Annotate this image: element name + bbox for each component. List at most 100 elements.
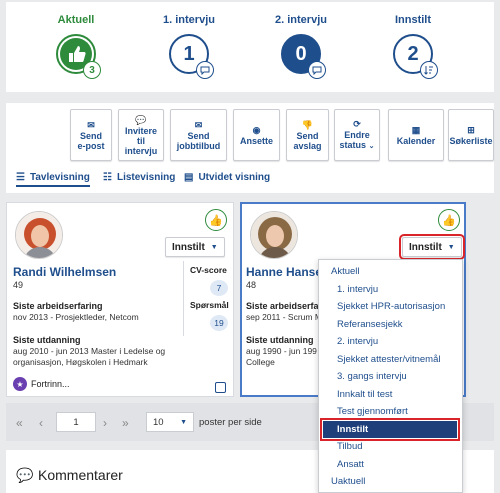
stage-innstilt[interactable]: Innstilt 2 <box>358 12 468 79</box>
send-rejection-button[interactable]: 👎 Send avslag <box>286 109 329 161</box>
grid-icon: ⊞ <box>467 124 475 135</box>
tab-label: Tavlevisning <box>29 172 90 183</box>
chat-icon <box>196 61 214 79</box>
per-page-select[interactable]: 10 ▼ <box>146 412 194 432</box>
button-label: avslag <box>293 140 322 151</box>
thumbs-up-icon[interactable]: 👍 <box>438 209 460 231</box>
calendar-icon: ▦ <box>411 124 421 135</box>
button-label: Send <box>296 130 319 141</box>
applicant-list-button[interactable]: ⊞ Søkerliste <box>448 109 494 161</box>
status-value: Innstilt <box>172 241 205 253</box>
avatar <box>250 211 298 259</box>
button-label: Send <box>187 130 210 141</box>
status-dropdown[interactable]: Innstilt ▼ <box>399 234 465 260</box>
board-icon: ☰ <box>16 172 25 183</box>
status-option-innkalt-test[interactable]: Innkalt til test <box>319 386 462 404</box>
experience-text: nov 2013 - Prosjektleder, Netcom <box>13 312 139 322</box>
button-label: jobbtilbud <box>176 140 221 151</box>
eye-icon: ◉ <box>252 124 261 135</box>
status-option-attester[interactable]: Sjekket attester/vitnemål <box>319 351 462 369</box>
hire-button[interactable]: ◉ Ansette <box>233 109 280 161</box>
stage-count-badge: 3 <box>83 61 101 79</box>
stage-label: Innstilt <box>394 14 432 26</box>
status-option-ansatt[interactable]: Ansatt <box>319 456 462 474</box>
stage-label: 2. intervju <box>275 14 327 26</box>
last-page-icon[interactable]: » <box>122 416 129 430</box>
candidate-name[interactable]: Hanne Hansen <box>246 265 329 279</box>
tab-tavlevisning[interactable]: ☰ Tavlevisning <box>16 172 90 187</box>
button-label: e-post <box>77 140 105 151</box>
per-page-value: 10 <box>153 416 164 428</box>
send-job-offer-button[interactable]: ✉ Send jobbtilbud <box>170 109 227 161</box>
per-page-label: poster per side <box>199 417 262 428</box>
next-page-icon[interactable]: › <box>103 416 107 430</box>
status-dropdown[interactable]: Innstilt ▼ <box>165 237 225 257</box>
stage-aktuell[interactable]: Aktuell 3 <box>21 12 131 79</box>
candidate-age: 48 <box>246 280 257 290</box>
list-icon: ☷ <box>103 172 112 183</box>
status-option-innstilt[interactable]: Innstilt <box>320 417 460 441</box>
status-option-tilbud[interactable]: Tilbud <box>319 438 462 456</box>
status-option-uaktuell[interactable]: Uaktuell <box>319 473 462 491</box>
button-label: til <box>137 135 145 146</box>
calendar-button[interactable]: ▦ Kalender <box>388 109 444 161</box>
education-text-line1: aug 2010 - jun 2013 Master i Ledelse og <box>13 346 166 356</box>
envelope-icon: ✉ <box>87 119 95 130</box>
refresh-icon: ⟳ <box>353 118 361 129</box>
tab-utvidet-visning[interactable]: ▤ Utvidet visning <box>184 172 270 183</box>
candidate-age: 49 <box>13 280 24 290</box>
education-text-line2: College <box>246 357 275 367</box>
caret-down-icon: ▼ <box>447 243 455 251</box>
star-icon: ★ <box>13 377 27 391</box>
button-label: Søkerliste <box>449 135 493 146</box>
change-status-button[interactable]: ⟳ Endre status ⌄ <box>334 109 380 161</box>
button-label: Kalender <box>396 135 436 146</box>
button-label: Send <box>79 130 102 141</box>
status-menu: Aktuell 1. intervju Sjekket HPR-autorisa… <box>318 259 463 493</box>
page-input[interactable]: 1 <box>56 412 96 432</box>
fortrinn-label: Fortrinn... <box>31 379 70 389</box>
experience-text: sep 2011 - Scrum M <box>246 312 322 322</box>
envelope-open-icon: ✉ <box>194 119 203 130</box>
prev-page-icon[interactable]: ‹ <box>39 416 43 430</box>
education-text-line1: aug 1990 - jun 199 <box>246 346 317 356</box>
invite-interview-button[interactable]: 💬 Invitere til intervju <box>118 109 164 161</box>
stage-1-intervju[interactable]: 1. intervju 1 <box>134 12 244 79</box>
status-option-referansesjekk[interactable]: Referansesjekk <box>319 316 462 334</box>
thumbs-up-icon[interactable]: 👍 <box>205 209 227 231</box>
questions-value: 19 <box>210 315 228 331</box>
chat-icon <box>308 61 326 79</box>
button-label: status ⌄ <box>339 139 375 150</box>
experience-heading: Siste arbeidserfaring <box>13 301 103 311</box>
caret-down-icon: ▼ <box>210 243 218 251</box>
thumbs-down-icon: 👎 <box>301 119 314 130</box>
tab-listevisning[interactable]: ☷ Listevisning <box>103 172 175 183</box>
status-option-2-intervju[interactable]: 2. intervju <box>319 333 462 351</box>
stage-2-intervju[interactable]: 2. intervju 0 <box>246 12 356 79</box>
sort-list-icon <box>420 61 438 79</box>
score-column: CV-score 7 Spørsmål 19 <box>183 261 239 336</box>
first-page-icon[interactable]: « <box>16 416 23 430</box>
status-option-hpr[interactable]: Sjekket HPR-autorisasjon <box>319 298 462 316</box>
avatar <box>15 211 63 259</box>
button-label: Invitere <box>124 125 157 136</box>
education-heading: Siste utdanning <box>246 335 314 345</box>
cv-score-label: CV-score <box>190 265 227 275</box>
candidate-card[interactable]: 👍 Innstilt ▼ Randi Wilhelmsen 49 Siste a… <box>6 202 234 397</box>
button-label: Endre <box>344 129 370 140</box>
candidate-name[interactable]: Randi Wilhelmsen <box>13 265 116 279</box>
status-option-test-gjennomfort[interactable]: Test gjennomført <box>319 403 462 421</box>
stage-label: 1. intervju <box>163 14 215 26</box>
send-email-button[interactable]: ✉ Send e-post <box>70 109 112 161</box>
stage-label: Aktuell <box>57 14 95 26</box>
status-option-aktuell[interactable]: Aktuell <box>319 263 462 281</box>
button-label: intervju <box>124 145 158 156</box>
select-checkbox[interactable] <box>215 382 226 393</box>
fortrinn-link[interactable]: ★ Fortrinn... <box>13 377 70 391</box>
comments-title: Kommentarer <box>38 467 123 483</box>
chat-icon: 💬 <box>135 114 147 125</box>
status-option-1-intervju[interactable]: 1. intervju <box>319 281 462 299</box>
education-text-line2: organisasjon, Høgskolen i Hedmark <box>13 357 148 367</box>
table-icon: ▤ <box>184 172 194 183</box>
status-option-3-intervju[interactable]: 3. gangs intervju <box>319 368 462 386</box>
